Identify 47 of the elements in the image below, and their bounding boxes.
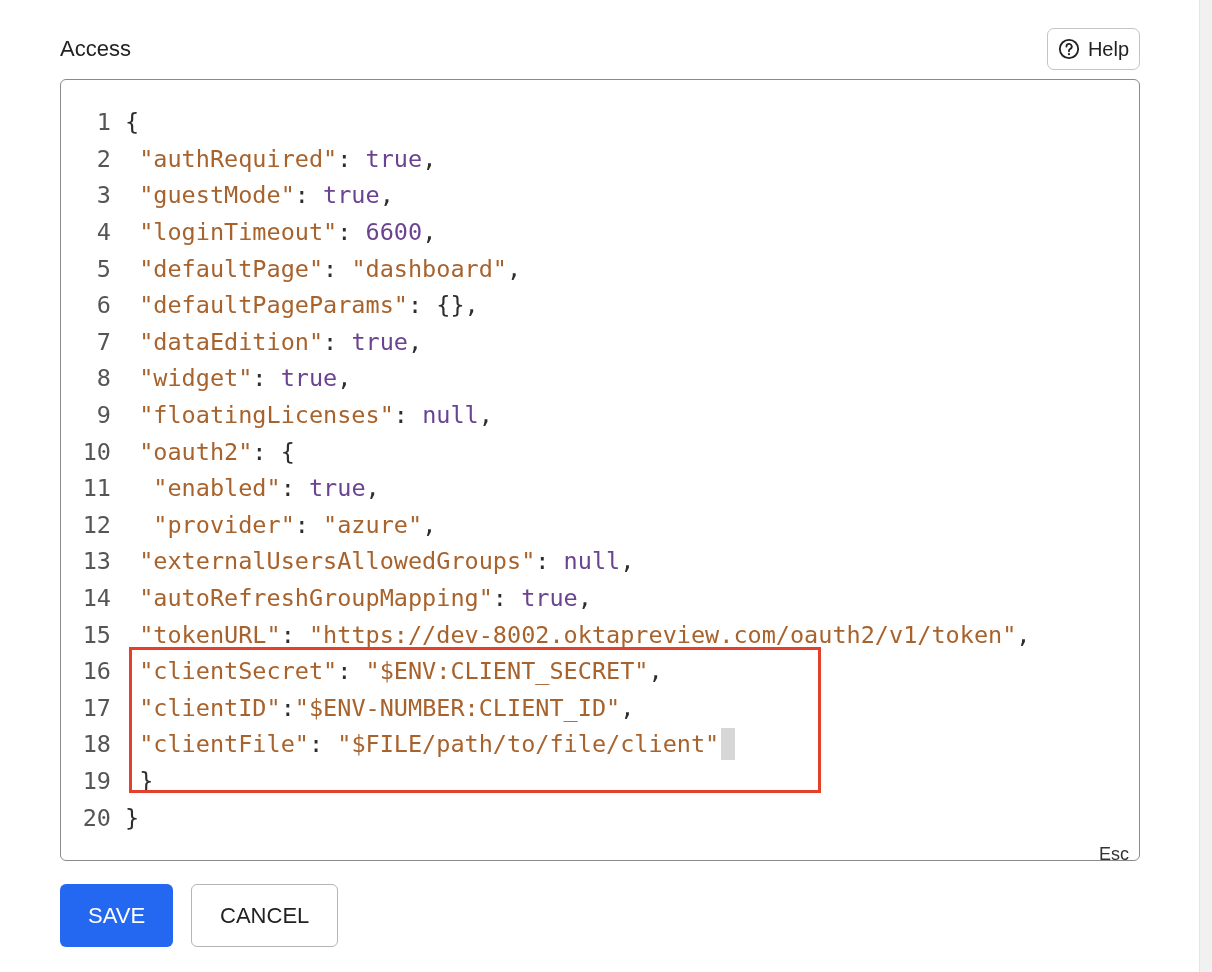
line-number: 7 (95, 327, 111, 356)
line-number: 6 (95, 291, 111, 320)
code-line: "enabled": true, (152, 474, 380, 503)
line-number: 19 (81, 767, 111, 795)
line-number: 9 (95, 401, 111, 430)
help-icon (1057, 38, 1080, 60)
line-number: 15 (81, 620, 111, 649)
code-line: } (125, 803, 140, 832)
line-number: 17 (81, 693, 111, 722)
code-line: "clientSecret": "$ENV:CLIENT_SECRET", (138, 657, 663, 686)
code-line: "dataEdition": true, (138, 327, 423, 356)
code-line: "defaultPage": "dashboard", (138, 254, 522, 283)
cancel-button[interactable]: CANCEL (191, 884, 339, 947)
line-number: 10 (81, 437, 111, 466)
line-number: 14 (81, 584, 111, 612)
line-number: 18 (81, 730, 111, 759)
code-line: "defaultPageParams": {}, (138, 291, 479, 320)
code-editor[interactable] (60, 79, 1140, 861)
code-line: "guestMode": true, (138, 181, 394, 210)
code-line: "oauth2": { (138, 437, 295, 466)
line-number: 2 (95, 144, 111, 173)
code-line: "widget": true, (138, 364, 352, 393)
code-line: "clientFile": "$FILE/path/to/file/client" (138, 730, 720, 759)
code-line: "provider": "azure", (152, 510, 437, 539)
help-button[interactable]: Help (1046, 28, 1140, 70)
line-number: 11 (81, 474, 111, 503)
esc-hint: Esc (1099, 843, 1129, 865)
line-number: 5 (95, 254, 111, 283)
save-button[interactable]: SAVE (60, 884, 174, 947)
line-number: 8 (95, 364, 111, 393)
line-number: 16 (81, 657, 111, 686)
line-number: 20 (81, 803, 111, 832)
code-line: { (125, 108, 140, 137)
section-title: Access (60, 36, 131, 62)
line-number: 3 (95, 181, 111, 210)
code-line: "authRequired": true, (138, 144, 437, 173)
line-number: 4 (95, 218, 111, 247)
code-line: "externalUsersAllowedGroups": null, (138, 547, 635, 576)
code-line: "clientID":"$ENV-NUMBER:CLIENT_ID", (138, 693, 635, 722)
line-number: 13 (81, 547, 111, 576)
line-number: 1 (95, 108, 111, 137)
line-number: 12 (81, 510, 111, 539)
code-line: "loginTimeout": 6600, (138, 218, 437, 247)
code-line: "floatingLicenses": null, (138, 401, 493, 430)
code-line: "tokenURL": "https://dev-8002.oktapreview.com/oauth2/v1/token", (138, 620, 1031, 649)
code-line: "autoRefreshGroupMapping": true, (138, 584, 592, 612)
scrollbar[interactable] (1199, 0, 1212, 972)
